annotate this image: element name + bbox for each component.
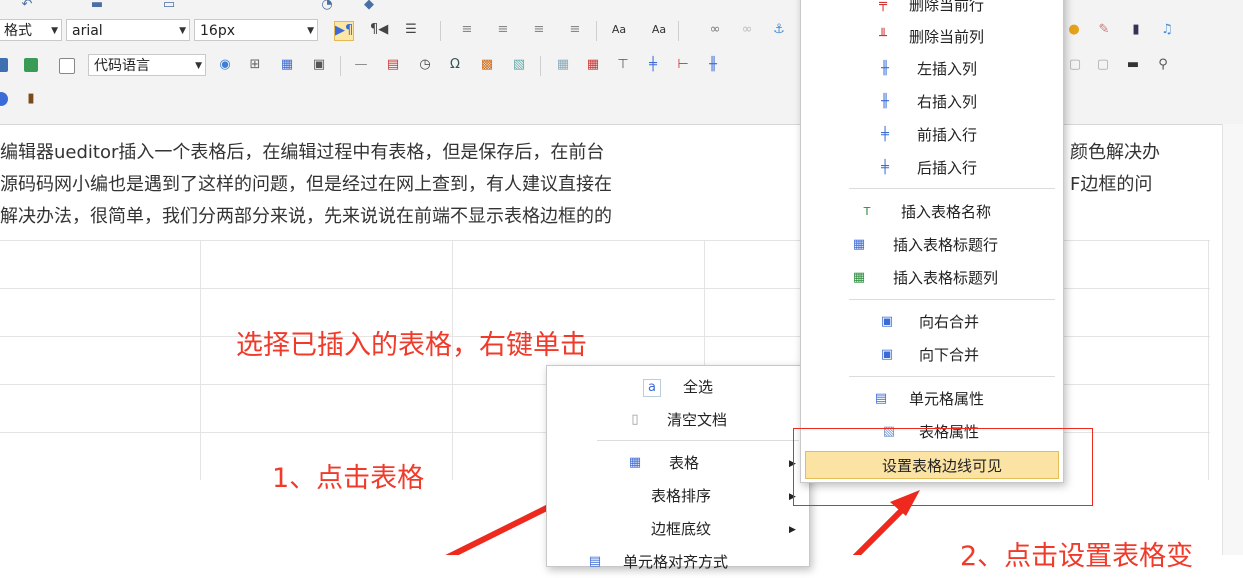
submenu-arrow-icon: ▶ [789, 525, 796, 535]
document-icon: ▯ [631, 412, 639, 427]
menu-item-label: 插入表格标题行 [893, 236, 999, 254]
insert-col-right-icon: ╫ [881, 94, 889, 109]
merge-down-icon: ▣ [880, 347, 894, 362]
menu-item-cell-align[interactable]: ▤ 单元格对齐方式 [547, 546, 809, 578]
insert-row-above-icon: ╪ [881, 127, 889, 142]
menu-item-insert-col-left[interactable]: ╫ 左插入列 [801, 53, 1063, 85]
context-menu: a 全选 ▯ 清空文档 ▦ 表格 ▶ 表格排序 ▶ 边框底纹 ▶ ▤ 单元格对齐… [546, 365, 810, 571]
menu-item-label: 后插入行 [917, 159, 978, 177]
insert-title-row-icon: ▦ [852, 237, 866, 252]
menu-item-label: 删除当前列 [909, 28, 985, 46]
menu-item-insert-title-col[interactable]: ▦ 插入表格标题列 [801, 262, 1063, 294]
annotation-highlight-box [793, 428, 1093, 506]
menu-separator [849, 188, 1055, 189]
menu-item-label: 左插入列 [917, 60, 978, 78]
menu-item-delete-col[interactable]: ╨ 删除当前列 [801, 21, 1063, 53]
delete-row-icon: ╤ [879, 0, 887, 12]
menu-item-label: 清空文档 [667, 411, 728, 429]
menu-item-table[interactable]: ▦ 表格 ▶ [547, 447, 809, 479]
insert-title-col-icon: ▦ [852, 270, 866, 285]
menu-item-label: 向下合并 [919, 346, 980, 364]
menu-item-label: 删除当前行 [909, 0, 985, 14]
menu-item-clear-document[interactable]: ▯ 清空文档 [547, 404, 809, 436]
menu-item-label: 插入表格名称 [901, 203, 992, 221]
menu-item-label: 表格 [669, 454, 700, 472]
menu-item-label: 向右合并 [919, 313, 980, 331]
menu-separator [597, 440, 799, 441]
menu-item-label: 边框底纹 [651, 520, 712, 538]
menu-item-border-shading[interactable]: 边框底纹 ▶ [547, 513, 809, 545]
menu-item-insert-caption[interactable]: T 插入表格名称 [801, 196, 1063, 228]
align-icon: ▤ [588, 554, 602, 569]
menu-item-label: 全选 [683, 378, 714, 396]
menu-item-label: 插入表格标题列 [893, 269, 999, 287]
menu-item-label: 右插入列 [917, 93, 978, 111]
menu-item-label: 单元格对齐方式 [623, 553, 729, 571]
menu-item-insert-row-above[interactable]: ╪ 前插入行 [801, 119, 1063, 151]
merge-right-icon: ▣ [880, 314, 894, 329]
menu-item-label: 前插入行 [917, 126, 978, 144]
menu-separator [849, 299, 1055, 300]
menu-item-cell-properties[interactable]: ▤ 单元格属性 [801, 383, 1063, 415]
menu-item-delete-row[interactable]: ╤ 删除当前行 [801, 0, 1063, 21]
insert-caption-icon: T [863, 205, 871, 218]
menu-separator [849, 376, 1055, 377]
menu-item-label: 表格排序 [651, 487, 712, 505]
select-all-icon: a [643, 379, 661, 397]
menu-item-table-sort[interactable]: 表格排序 ▶ [547, 480, 809, 512]
table-submenu: ╤ 删除当前行 ╨ 删除当前列 ╫ 左插入列 ╫ 右插入列 ╪ 前插入行 ╪ 后… [800, 0, 1064, 483]
menu-item-select-all[interactable]: a 全选 [547, 371, 809, 403]
delete-col-icon: ╨ [879, 29, 887, 44]
table-icon: ▦ [628, 455, 642, 470]
insert-col-left-icon: ╫ [881, 61, 889, 76]
cell-properties-icon: ▤ [874, 391, 888, 406]
menu-item-insert-row-below[interactable]: ╪ 后插入行 [801, 152, 1063, 184]
insert-row-below-icon: ╪ [881, 160, 889, 175]
menu-item-label: 单元格属性 [909, 390, 985, 408]
menu-item-merge-down[interactable]: ▣ 向下合并 [801, 339, 1063, 371]
menu-item-insert-title-row[interactable]: ▦ 插入表格标题行 [801, 229, 1063, 261]
menu-item-merge-right[interactable]: ▣ 向右合并 [801, 306, 1063, 338]
menu-item-insert-col-right[interactable]: ╫ 右插入列 [801, 86, 1063, 118]
